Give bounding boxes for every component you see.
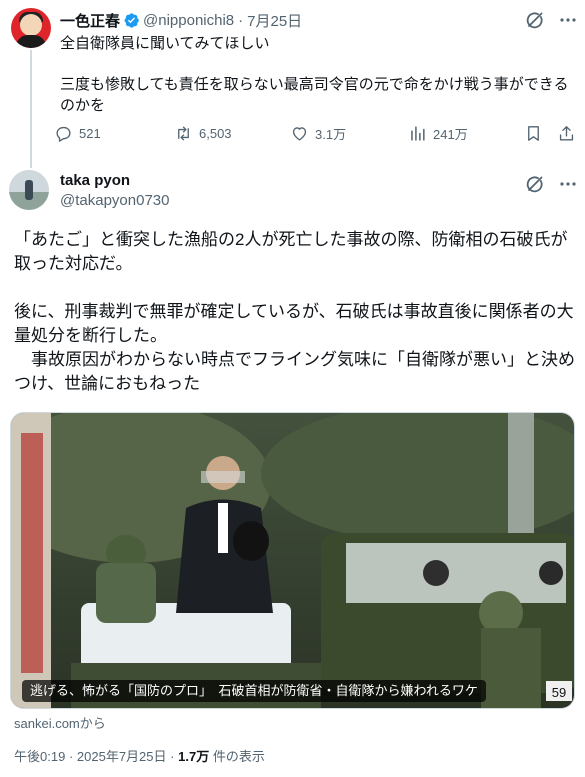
parent-tweet[interactable]: 一色正春 @nipponichi8 · 7月25日 全自衛隊員に聞いてみてほしい…: [0, 0, 585, 168]
author-handle[interactable]: @takapyon0730: [60, 192, 169, 209]
action-bar: 521 6,503 3.1万 241万: [54, 124, 579, 152]
tweet-paragraph-2: 後に、刑事裁判で無罪が確定しているが、石破氏は事故直後に関係者の大量処分を断行し…: [14, 302, 574, 345]
more-options-icon[interactable]: [557, 173, 579, 195]
tweet-paragraph-3: 事故原因がわからない時点でフライング気味に「自衛隊が悪い」と決めつけ、世論におも…: [14, 350, 575, 393]
share-icon: [559, 126, 574, 141]
link-card-image[interactable]: 59: [10, 412, 575, 709]
grok-icon[interactable]: [523, 8, 547, 32]
share-button[interactable]: [557, 124, 576, 143]
separator: ·: [238, 12, 244, 29]
thread-line: [30, 50, 32, 168]
author-name[interactable]: taka pyon: [60, 172, 130, 189]
like-count: 3.1万: [315, 127, 347, 142]
tweet-body: 「あたご」と衝突した漁船の2人が死亡した事故の際、防衛相の石破氏が取った対応だ。…: [14, 228, 576, 396]
reply-button[interactable]: 521: [54, 124, 101, 143]
reply-icon: [56, 126, 71, 142]
vehicle-plate-number: 59: [552, 685, 566, 700]
like-icon: [292, 127, 307, 141]
separator: ·: [170, 749, 175, 764]
more-options-icon[interactable]: [557, 9, 579, 31]
like-button[interactable]: 3.1万: [290, 124, 346, 143]
repost-button[interactable]: 6,503: [174, 124, 232, 143]
views-label: 件の表示: [212, 749, 265, 764]
reply-count: 521: [79, 126, 101, 141]
bookmark-icon: [528, 126, 539, 141]
author-handle[interactable]: @nipponichi8: [143, 12, 234, 29]
avatar[interactable]: [11, 8, 51, 48]
tweet-text-line2: 三度も惨敗しても責任を取らない最高司令官の元で命をかけ戦う事ができるのかを: [60, 76, 569, 114]
views-button[interactable]: 241万: [408, 124, 468, 143]
tweet-time[interactable]: 午後0:19: [14, 749, 65, 764]
repost-count: 6,503: [199, 126, 232, 141]
bookmark-button[interactable]: [524, 124, 543, 143]
repost-icon: [178, 126, 189, 141]
tweet-date[interactable]: 7月25日: [247, 10, 302, 31]
author-name[interactable]: 一色正春: [60, 10, 120, 31]
tweet-paragraph-1: 「あたご」と衝突した漁船の2人が死亡した事故の際、防衛相の石破氏が取った対応だ。: [14, 230, 568, 273]
grok-icon[interactable]: [523, 172, 547, 196]
views-icon: [411, 126, 425, 141]
views-count[interactable]: 1.7万: [178, 749, 209, 764]
tweet-meta: 午後0:19 · 2025年7月25日 · 1.7万 件の表示: [14, 746, 265, 765]
verified-badge-icon: [124, 13, 139, 28]
link-card-caption[interactable]: 逃げる、怖がる「国防のプロ」 石破首相が防衛省・自衛隊から嫌われるワケ: [22, 680, 486, 702]
avatar[interactable]: [9, 170, 49, 210]
view-count: 241万: [433, 127, 468, 142]
tweet-header: 一色正春 @nipponichi8 · 7月25日: [60, 10, 302, 31]
link-source[interactable]: sankei.comから: [14, 713, 106, 732]
separator: ·: [68, 749, 74, 764]
news-photo: 59: [11, 413, 574, 708]
tweet-text-line1: 全自衛隊員に聞いてみてほしい: [60, 35, 270, 52]
tweet-date[interactable]: 2025年7月25日: [77, 749, 167, 764]
